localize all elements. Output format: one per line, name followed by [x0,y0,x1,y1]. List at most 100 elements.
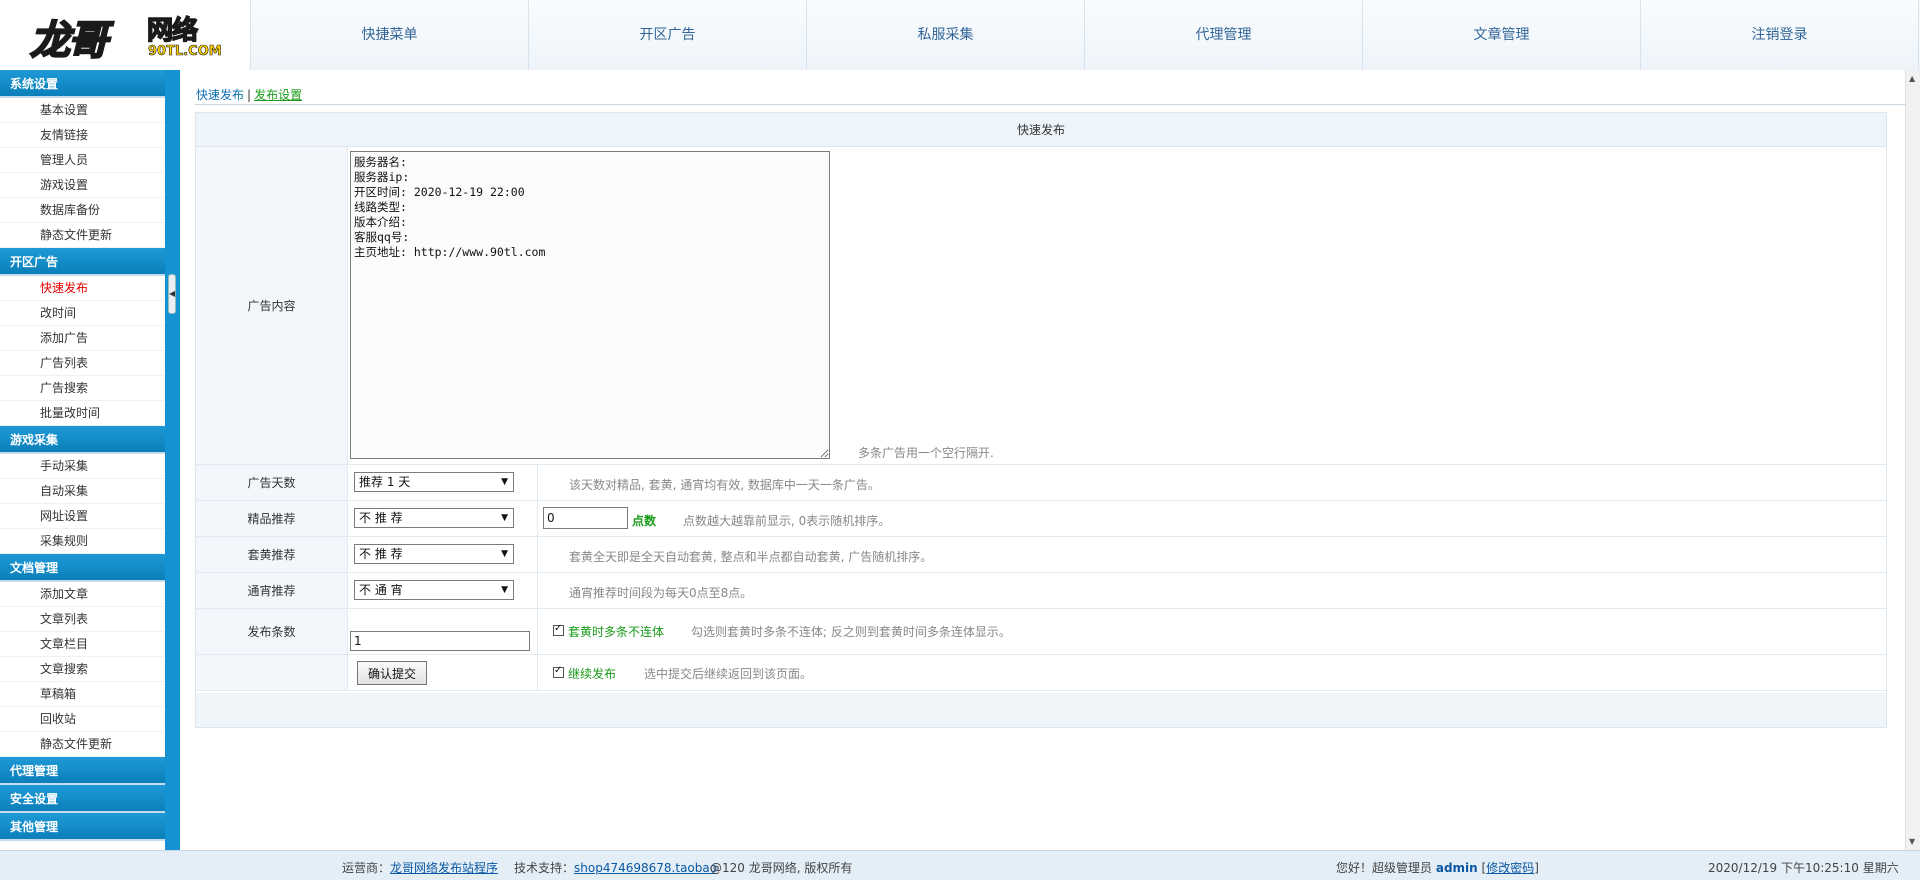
footer-operator: 运营商：龙哥网络发布站程序 [342,859,498,876]
sidebar-item-drafts[interactable]: 草稿箱 [0,682,165,707]
sidebar-collapse-handle[interactable]: ◀ [168,274,176,314]
breadcrumb-current[interactable]: 快速发布 [196,88,244,102]
ad-content-textarea[interactable]: 服务器名: 服务器ip: 开区时间: 2020-12-19 22:00 线路类型… [350,151,830,459]
footer-support: 技术支持：shop474698678.taobao [514,859,717,876]
yellow-select[interactable]: 不 推 荐 ▼ [354,544,514,564]
row-count: 发布条数 套黄时多条不连体 勾选则套黄时多条不连体; 反之则到套黄时间多条连体显… [196,609,1886,655]
breadcrumb-separator: | [247,88,252,102]
continue-publish-checkbox[interactable] [553,665,564,678]
sidebar-item-manual-collect[interactable]: 手动采集 [0,454,165,479]
logo[interactable]: 龙哥 网络 90TL.COM [0,0,251,70]
yellow-hint: 套黄全天即是全天自动套黄, 整点和半点都自动套黄, 广告随机排序。 [569,550,933,564]
logo-main-text: 龙哥 [29,17,109,65]
submit-label-cell [196,655,348,690]
sidebar-item-static-update-2[interactable]: 静态文件更新 [0,732,165,757]
logo-sub-text: 网络 [146,15,199,47]
yellow-cell: 不 推 荐 ▼ [348,537,538,572]
footer: 运营商：龙哥网络发布站程序 技术支持：shop474698678.taobao … [0,850,1920,880]
sidebar-section-server-ads[interactable]: 开区广告 [0,248,165,276]
sidebar-divider-bar [165,70,180,850]
overnight-select[interactable]: 不 通 宵 ▼ [354,580,514,600]
header: 龙哥 网络 90TL.COM 快捷菜单 开区广告 私服采集 代理管理 文章管理 … [0,0,1920,70]
footer-support-link[interactable]: shop474698678.taobao [574,861,717,875]
submit-hint: 选中提交后继续返回到该页面。 [644,667,813,681]
sidebar-item-auto-collect[interactable]: 自动采集 [0,479,165,504]
footer-user-info: 您好！超级管理员 admin [修改密码] [1336,859,1539,876]
form-title: 快速发布 [196,113,1886,147]
sidebar-item-recycle-bin[interactable]: 回收站 [0,707,165,732]
overnight-select-value: 不 通 宵 [359,583,403,597]
row-submit: 确认提交 继续发布 选中提交后继续返回到该页面。 [196,655,1886,691]
confirm-submit-button[interactable]: 确认提交 [357,661,428,685]
footer-operator-label: 运营商： [342,861,391,875]
no-join-checkbox[interactable] [553,623,564,636]
featured-points-input[interactable] [543,507,628,529]
ad-days-label: 广告天数 [196,465,348,500]
top-navigation: 快捷菜单 开区广告 私服采集 代理管理 文章管理 注销登录 [251,0,1919,70]
sidebar-item-game-settings[interactable]: 游戏设置 [0,173,165,198]
sidebar-item-batch-time[interactable]: 批量改时间 [0,401,165,426]
sidebar-item-db-backup[interactable]: 数据库备份 [0,198,165,223]
footer-datetime: 2020/12/19 下午10:25:10 星期六 [1708,861,1899,875]
featured-cell: 不 推 荐 ▼ [348,501,538,536]
count-input[interactable] [350,631,530,651]
sidebar-item-article-columns[interactable]: 文章栏目 [0,632,165,657]
sidebar-item-static-update[interactable]: 静态文件更新 [0,223,165,248]
vertical-scrollbar[interactable]: ▲ ▼ [1905,70,1920,850]
featured-points-label: 点数 [632,514,657,528]
sidebar-item-basic-settings[interactable]: 基本设置 [0,98,165,123]
sidebar-item-collect-rules[interactable]: 采集规则 [0,529,165,554]
sidebar-item-add-ad[interactable]: 添加广告 [0,326,165,351]
continue-publish-checkbox-label[interactable]: 继续发布 [568,665,616,682]
breadcrumb-divider [195,104,1905,105]
dropdown-arrow-icon: ▼ [501,549,508,559]
sidebar-item-admins[interactable]: 管理人员 [0,148,165,173]
topnav-server-ads[interactable]: 开区广告 [529,0,807,70]
topnav-private-collect[interactable]: 私服采集 [807,0,1085,70]
featured-select[interactable]: 不 推 荐 ▼ [354,508,514,528]
yellow-label: 套黄推荐 [196,537,348,572]
no-join-checkbox-label[interactable]: 套黄时多条不连体 [568,623,664,640]
sidebar-item-ad-search[interactable]: 广告搜索 [0,376,165,401]
dropdown-arrow-icon: ▼ [501,513,508,523]
footer-copyright: @120 龙哥网络, 版权所有 [710,861,853,875]
footer-operator-link[interactable]: 龙哥网络发布站程序 [390,861,498,875]
ad-days-select[interactable]: 推荐 1 天 ▼ [354,472,514,492]
scroll-up-icon[interactable]: ▲ [1909,74,1915,83]
yellow-select-value: 不 推 荐 [359,547,403,561]
main-content: 快速发布 | 发布设置 快速发布 广告内容 服务器名: 服务器ip: 开区时间: 2… [180,70,1905,850]
sidebar-section-system[interactable]: 系统设置 [0,70,165,98]
breadcrumb-publish-settings-link[interactable]: 发布设置 [254,88,302,102]
sidebar-item-add-article[interactable]: 添加文章 [0,582,165,607]
topnav-article-manage[interactable]: 文章管理 [1363,0,1641,70]
sidebar-section-security[interactable]: 安全设置 [0,785,165,813]
sidebar-item-change-time[interactable]: 改时间 [0,301,165,326]
sidebar-section-doc-manage[interactable]: 文档管理 [0,554,165,582]
row-yellow: 套黄推荐 不 推 荐 ▼ 套黄全天即是全天自动套黄, 整点和半点都自动套黄, 广… [196,537,1886,573]
topnav-quick-menu[interactable]: 快捷菜单 [251,0,529,70]
chevron-left-icon: ◀ [169,289,176,298]
topnav-agent-manage[interactable]: 代理管理 [1085,0,1363,70]
sidebar: 系统设置 基本设置 友情链接 管理人员 游戏设置 数据库备份 静态文件更新 开区… [0,70,165,850]
sidebar-item-article-list[interactable]: 文章列表 [0,607,165,632]
row-overnight: 通宵推荐 不 通 宵 ▼ 通宵推荐时间段为每天0点至8点。 [196,573,1886,609]
footer-change-password-link[interactable]: 修改密码 [1486,861,1534,875]
breadcrumb: 快速发布 | 发布设置 [196,86,302,102]
sidebar-section-agent-manage[interactable]: 代理管理 [0,757,165,785]
row-ad-content: 广告内容 服务器名: 服务器ip: 开区时间: 2020-12-19 22:00… [196,147,1886,465]
dropdown-arrow-icon: ▼ [501,585,508,595]
footer-bracket-close: ] [1534,861,1539,875]
sidebar-item-quick-publish[interactable]: 快速发布 [0,276,165,301]
sidebar-section-game-collect[interactable]: 游戏采集 [0,426,165,454]
sidebar-section-other[interactable]: 其他管理 [0,813,165,841]
row-ad-days: 广告天数 推荐 1 天 ▼ 该天数对精品, 套黄, 通宵均有效, 数据库中一天一… [196,465,1886,501]
featured-label: 精品推荐 [196,501,348,536]
topnav-logout[interactable]: 注销登录 [1641,0,1919,70]
sidebar-item-article-search[interactable]: 文章搜索 [0,657,165,682]
sidebar-item-friend-links[interactable]: 友情链接 [0,123,165,148]
scroll-down-icon[interactable]: ▼ [1909,837,1915,846]
sidebar-item-ad-list[interactable]: 广告列表 [0,351,165,376]
sidebar-item-url-settings[interactable]: 网址设置 [0,504,165,529]
overnight-hint: 通宵推荐时间段为每天0点至8点。 [569,586,753,600]
footer-support-label: 技术支持： [514,861,575,875]
